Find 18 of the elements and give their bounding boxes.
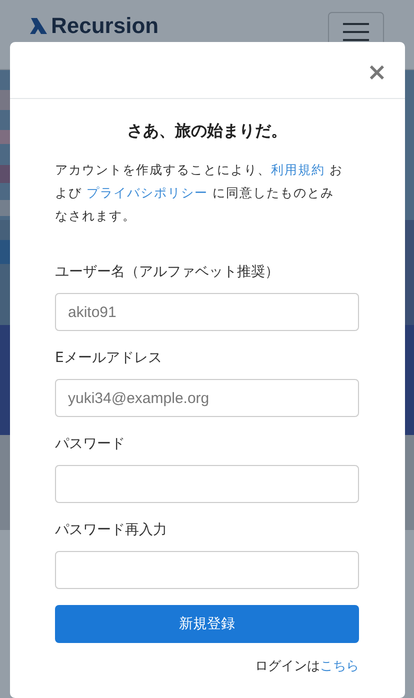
terms-notice: アカウントを作成することにより、利用規約 および プライバシポリシー に同意したものとみなされます。	[55, 161, 344, 225]
register-button[interactable]: 新規登録	[55, 605, 359, 643]
field-label: ユーザー名（アルファベット推奨）	[55, 263, 280, 282]
login-prompt: ログインは	[255, 659, 320, 674]
field-label: Eメールアドレス	[55, 349, 163, 368]
policy-link[interactable]: 利用規約	[271, 162, 325, 177]
field-label: パスワード再入力	[55, 521, 168, 540]
close-button[interactable]: ×	[364, 60, 389, 84]
logo-icon	[30, 16, 48, 34]
input-field[interactable]	[55, 551, 359, 589]
login-link[interactable]: こちら	[320, 659, 359, 674]
policy-link[interactable]: プライバシポリシー	[86, 185, 208, 200]
input-field[interactable]: akito91	[55, 293, 359, 331]
brand-name[interactable]: Recursion	[51, 12, 159, 38]
input-field[interactable]	[55, 465, 359, 503]
input-field[interactable]: yuki34@example.org	[55, 379, 359, 417]
field-label: パスワード	[55, 435, 126, 454]
modal-title: さあ、旅の始まりだ。	[126, 121, 288, 142]
